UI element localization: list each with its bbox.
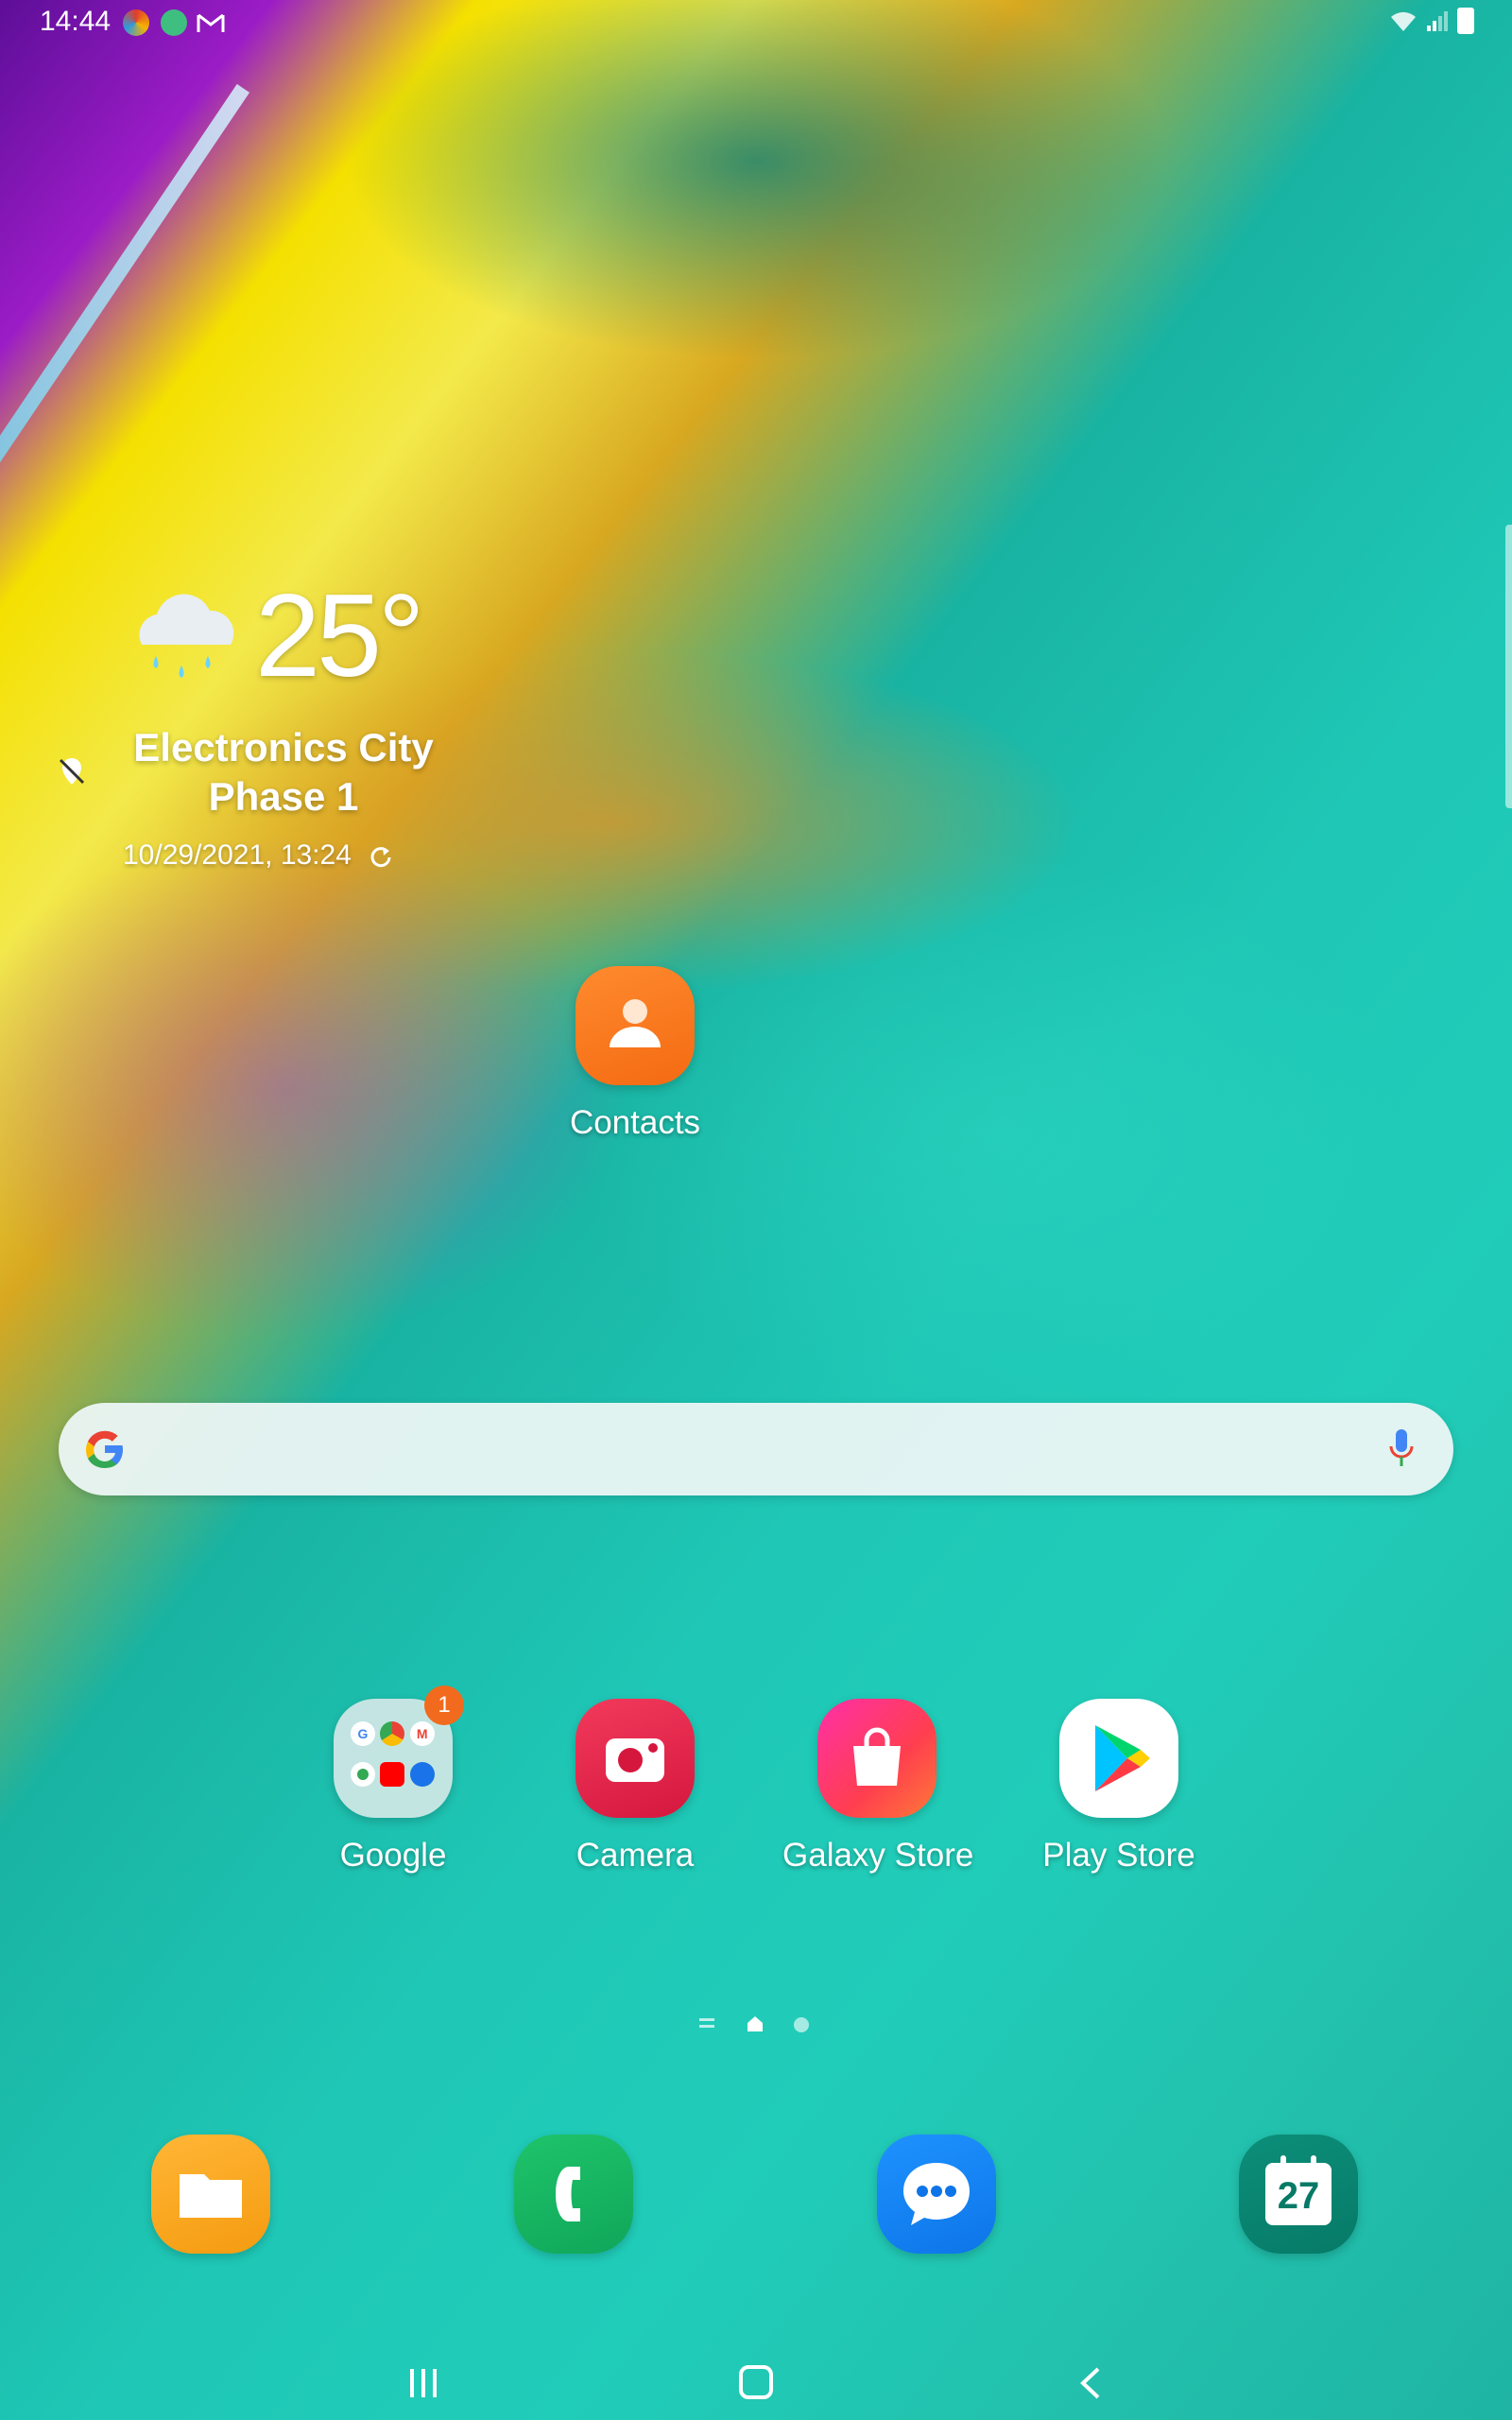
calendar-date: 27 — [1265, 2163, 1332, 2225]
galaxy-store-label: Galaxy Store — [782, 1837, 974, 1874]
google-app-icon: G — [351, 1721, 375, 1746]
page-dot[interactable] — [794, 2017, 809, 2032]
home-page-indicator-icon[interactable] — [745, 2014, 765, 2034]
google-folder-label: Google — [339, 1837, 447, 1874]
calendar-icon[interactable]: 27 — [1239, 2135, 1358, 2254]
notification-badge: 1 — [424, 1685, 464, 1725]
chrome-icon — [380, 1721, 405, 1746]
status-right-icons — [1389, 8, 1474, 34]
gmail-icon — [197, 13, 225, 32]
camera-icon — [576, 1699, 695, 1818]
battery-icon — [1457, 8, 1474, 34]
camera-label: Camera — [576, 1837, 695, 1874]
page-indicator[interactable] — [0, 2014, 1512, 2042]
wallpaper-streak — [0, 83, 250, 500]
android-notification-icon — [161, 9, 187, 36]
app-galaxy-store[interactable]: Galaxy Store — [782, 1699, 974, 1875]
home-button[interactable] — [739, 2365, 773, 2399]
app-google-folder[interactable]: G M 1 Google — [299, 1685, 488, 1875]
google-logo-icon — [86, 1430, 123, 1468]
app-camera[interactable]: Camera — [541, 1699, 730, 1875]
play-store-label: Play Store — [1042, 1837, 1195, 1874]
refresh-icon[interactable] — [369, 844, 393, 869]
gmail-app-icon: M — [409, 1721, 435, 1746]
contacts-icon — [576, 966, 695, 1085]
rain-cloud-icon — [139, 594, 234, 678]
my-files-icon[interactable] — [151, 2135, 270, 2254]
google-search-bar[interactable] — [59, 1403, 1453, 1495]
weather-updated-time: 10/29/2021, 13:24 — [123, 839, 352, 871]
navigation-bar — [0, 2335, 1512, 2420]
galaxy-store-icon — [817, 1699, 936, 1818]
google-folder-icon: G M 1 — [334, 1685, 464, 1818]
voice-search-mic-icon[interactable] — [1385, 1426, 1418, 1473]
weather-temperature: 25° — [255, 571, 425, 701]
contacts-label: Contacts — [569, 1104, 701, 1141]
page-list-icon[interactable] — [697, 2014, 716, 2032]
play-store-icon — [1059, 1699, 1178, 1818]
wifi-icon — [1391, 11, 1416, 31]
duo-icon — [409, 1762, 435, 1787]
weather-location: Electronics City Phase 1 — [133, 725, 434, 819]
status-bar: 14:44 — [0, 0, 1512, 49]
youtube-icon — [380, 1762, 405, 1787]
recents-button[interactable] — [406, 2367, 440, 2399]
weather-updated-row: 10/29/2021, 13:24 — [123, 839, 393, 872]
browser-notification-icon — [123, 9, 149, 36]
phone-icon[interactable] — [514, 2135, 633, 2254]
edge-panel-handle[interactable] — [1505, 525, 1512, 808]
location-off-icon — [59, 758, 85, 785]
status-time: 14:44 — [40, 6, 112, 37]
app-contacts[interactable]: Contacts — [541, 966, 730, 1142]
back-button[interactable] — [1074, 2365, 1108, 2401]
maps-icon — [351, 1762, 375, 1787]
signal-icon — [1427, 11, 1448, 31]
messages-icon[interactable] — [877, 2135, 996, 2254]
app-play-store[interactable]: Play Store — [1024, 1699, 1213, 1875]
google-folder-preview: G M — [351, 1721, 436, 1797]
